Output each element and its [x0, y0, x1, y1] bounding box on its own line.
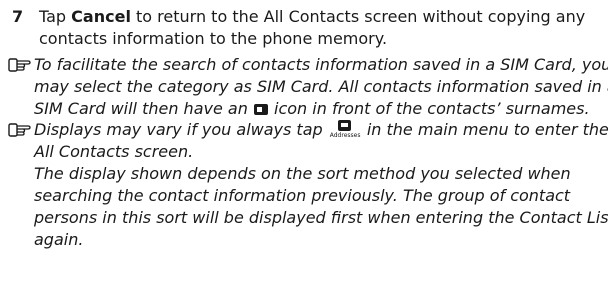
note-1-line-3-pre: SIM Card will then have an — [34, 99, 253, 118]
note-2-line-5: persons in this sort will be displayed f… — [34, 208, 608, 227]
step-line-1-post: to return to the All Contacts screen wit… — [130, 7, 586, 26]
note-2-line-4: searching the contact information previo… — [34, 186, 571, 205]
note-1-text: To facilitate the search of contacts inf… — [34, 54, 608, 120]
step-line-2: contacts information to the phone memory… — [39, 29, 388, 48]
step-line-1-pre: Tap — [39, 7, 72, 26]
note-1-line-2: may select the category as SIM Card. All… — [34, 77, 608, 96]
sim-card-icon — [253, 104, 268, 115]
pointing-hand-icon — [8, 58, 31, 72]
step-text: Tap Cancel to return to the All Contacts… — [39, 6, 599, 50]
pointing-hand-icon — [8, 123, 31, 137]
manual-page: 7 Tap Cancel to return to the All Contac… — [0, 0, 608, 288]
step-number: 7 — [12, 7, 24, 26]
note-2-line-1-post: in the main menu to enter the — [361, 120, 608, 139]
note-2-line-1-pre: Displays may vary if you always tap — [34, 120, 328, 139]
note-2-line-2: All Contacts screen. — [34, 142, 194, 161]
addresses-icon-label: Addresses — [329, 132, 361, 139]
note-1-line-3: SIM Card will then have an icon in front… — [34, 98, 600, 120]
addresses-icon-box — [337, 120, 351, 131]
cancel-keyword: Cancel — [71, 7, 131, 26]
note-2-text: Displays may vary if you always tap Addr… — [34, 119, 608, 251]
note-2-line-3: The display shown depends on the sort me… — [34, 164, 571, 183]
step-line-1: Tap Cancel to return to the All Contacts… — [39, 6, 599, 28]
note-2-line-6: again. — [34, 230, 84, 249]
note-1-line-1: To facilitate the search of contacts inf… — [34, 55, 608, 74]
note-1-line-3-post: icon in front of the contacts’ surnames. — [268, 99, 590, 118]
note-2-line-1: Displays may vary if you always tap Addr… — [34, 119, 608, 141]
addresses-icon: Addresses — [330, 120, 360, 140]
